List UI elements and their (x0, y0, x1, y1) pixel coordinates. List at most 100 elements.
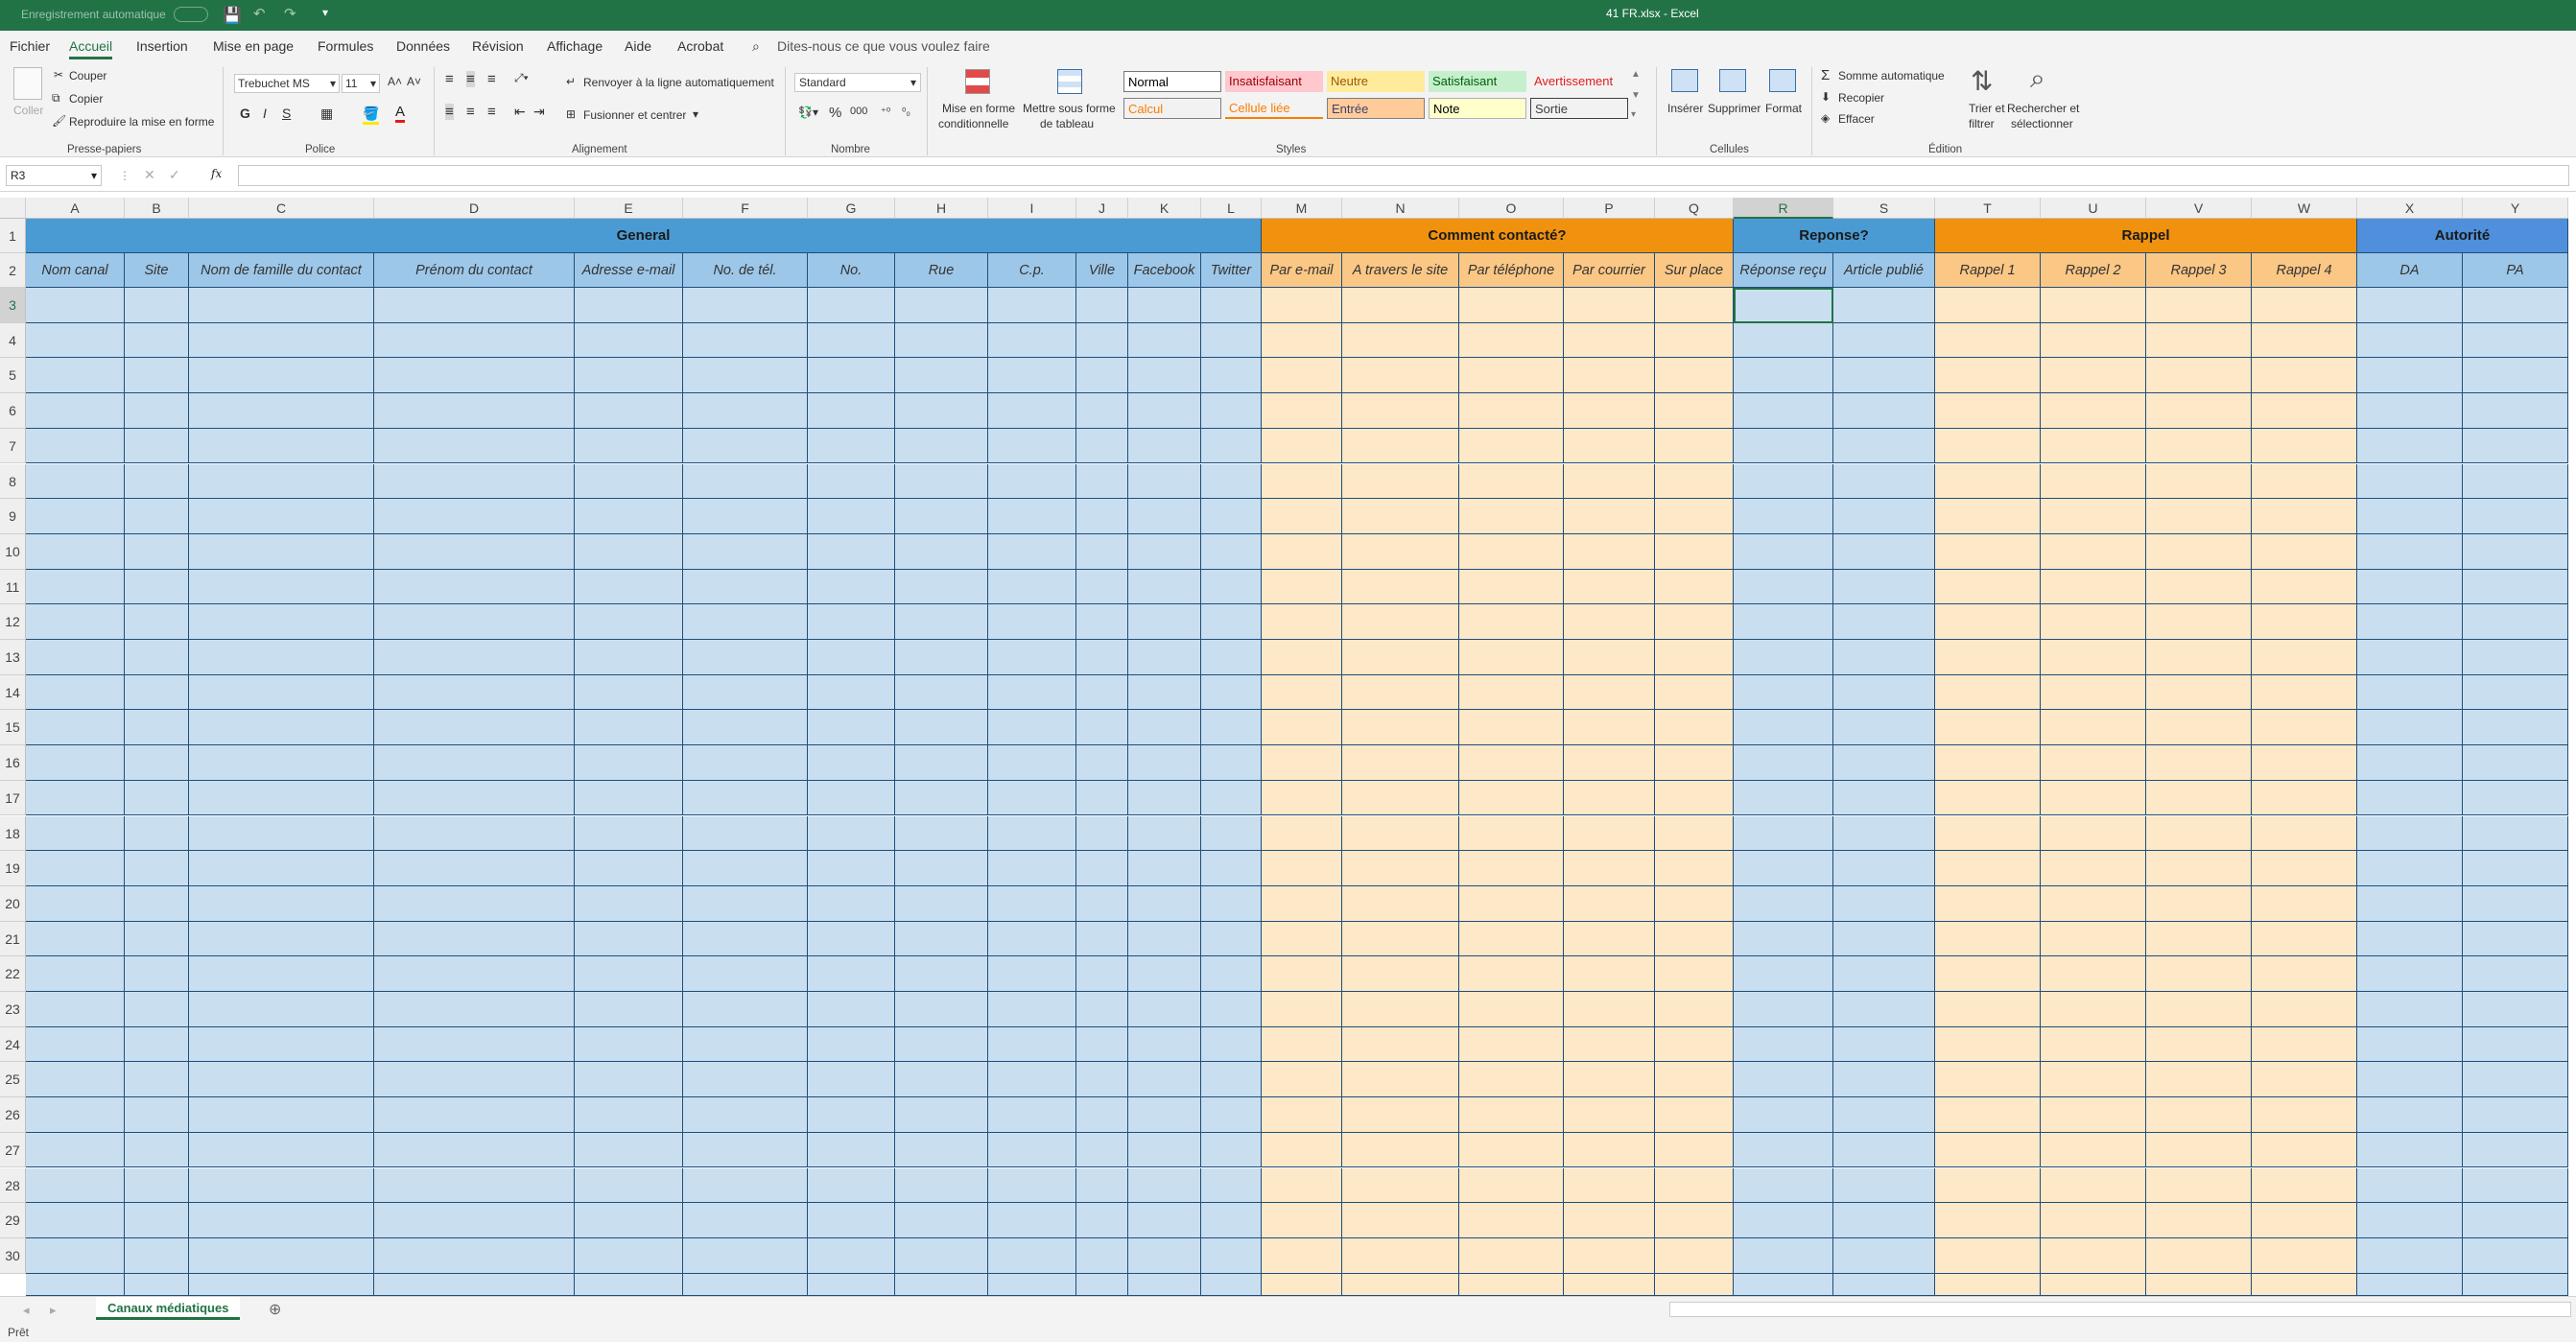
table-cell[interactable] (1935, 358, 2041, 394)
table-cell[interactable] (683, 1132, 808, 1168)
table-cell[interactable] (808, 921, 895, 957)
table-cell[interactable] (575, 533, 683, 570)
table-cell[interactable] (988, 358, 1076, 394)
tab-révision[interactable]: Révision (472, 38, 524, 54)
table-cell[interactable] (1935, 780, 2041, 816)
table-cell[interactable] (988, 322, 1076, 359)
table-cell[interactable] (988, 1097, 1076, 1133)
table-cell[interactable] (1564, 463, 1655, 500)
table-cell[interactable] (808, 428, 895, 464)
table-cell[interactable] (1655, 288, 1734, 323)
table-cell[interactable] (2041, 956, 2146, 992)
sort-filter-icon[interactable]: ⇅ (1971, 65, 1993, 97)
table-cell[interactable] (1076, 1203, 1128, 1238)
find-select-label-1[interactable]: Rechercher et (2007, 102, 2079, 115)
table-cell[interactable] (2146, 921, 2252, 957)
table-cell[interactable] (1201, 499, 1262, 534)
table-cell[interactable] (125, 393, 189, 429)
table-cell[interactable] (1128, 569, 1201, 605)
tell-me-input[interactable]: Dites-nous ce que vous voulez faire (777, 38, 990, 54)
decrease-decimal-icon[interactable]: ⁰₀ (902, 106, 910, 118)
table-cell[interactable] (808, 604, 895, 640)
table-cell[interactable] (1935, 1026, 2041, 1063)
table-cell[interactable] (1128, 1097, 1201, 1133)
table-cell[interactable] (125, 569, 189, 605)
find-select-icon[interactable]: ⌕ (2030, 63, 2045, 95)
table-cell[interactable] (1201, 674, 1262, 711)
table-cell[interactable] (1935, 463, 2041, 500)
table-cell[interactable] (895, 992, 988, 1027)
table-cell[interactable] (2252, 1273, 2357, 1296)
row-header[interactable]: 2 (0, 253, 26, 288)
table-cell[interactable] (2146, 1132, 2252, 1168)
decrease-indent-icon[interactable]: ⇤ (514, 104, 526, 120)
delete-button[interactable]: Supprimer (1708, 102, 1761, 115)
table-cell[interactable] (189, 322, 374, 359)
table-cell[interactable] (1655, 463, 1734, 500)
table-cell[interactable] (2463, 604, 2568, 640)
table-cell[interactable] (1935, 921, 2041, 957)
table-cell[interactable] (1564, 1273, 1655, 1296)
table-cell[interactable] (1128, 885, 1201, 922)
insert-function-icon[interactable]: fx (211, 167, 222, 180)
table-cell[interactable] (2041, 1097, 2146, 1133)
table-cell[interactable] (2357, 640, 2463, 675)
table-cell[interactable] (988, 569, 1076, 605)
table-cell[interactable] (2252, 815, 2357, 852)
table-cell[interactable] (2252, 674, 2357, 711)
merge-center-button[interactable]: Fusionner et centrer (583, 108, 686, 122)
table-cell[interactable] (1459, 604, 1564, 640)
table-cell[interactable] (2463, 851, 2568, 886)
table-cell[interactable] (895, 1026, 988, 1063)
table-cell[interactable] (1262, 1097, 1342, 1133)
table-cell[interactable] (2463, 428, 2568, 464)
table-cell[interactable] (1076, 322, 1128, 359)
table-cell[interactable] (1655, 815, 1734, 852)
table-cell[interactable] (1564, 1062, 1655, 1098)
table-cell[interactable] (1935, 533, 2041, 570)
table-cell[interactable] (2041, 710, 2146, 746)
table-cell[interactable] (2146, 1062, 2252, 1098)
table-cell[interactable] (1833, 1167, 1935, 1204)
table-cell[interactable] (1935, 674, 2041, 711)
table-cell[interactable] (2252, 1237, 2357, 1274)
cell-style-normal[interactable]: Normal (1123, 71, 1221, 92)
table-cell[interactable] (1076, 1237, 1128, 1274)
cell-style-note[interactable]: Note (1429, 98, 1526, 119)
align-middle-icon[interactable]: ≡ (466, 71, 475, 87)
table-cell[interactable] (2357, 569, 2463, 605)
column-header[interactable]: G (808, 198, 895, 219)
table-cell[interactable] (374, 569, 575, 605)
table-cell[interactable] (988, 710, 1076, 746)
table-cell[interactable] (2463, 885, 2568, 922)
table-cell[interactable] (1128, 358, 1201, 394)
table-cell[interactable] (1342, 956, 1459, 992)
table-cell[interactable] (1734, 533, 1833, 570)
table-cell[interactable] (988, 921, 1076, 957)
table-cell[interactable] (2146, 1203, 2252, 1238)
table-cell[interactable] (1655, 1237, 1734, 1274)
number-format-select[interactable]: Standard ▾ (794, 73, 921, 92)
table-cell[interactable] (1833, 815, 1935, 852)
table-cell[interactable] (2463, 1097, 2568, 1133)
table-cell[interactable] (575, 1132, 683, 1168)
table-cell[interactable] (1734, 851, 1833, 886)
format-as-table-label-1[interactable]: Mettre sous forme (1023, 102, 1116, 115)
table-cell[interactable] (2146, 780, 2252, 816)
table-cell[interactable] (808, 393, 895, 429)
table-cell[interactable] (374, 745, 575, 781)
table-cell[interactable] (1262, 1273, 1342, 1296)
table-cell[interactable] (2252, 1097, 2357, 1133)
table-cell[interactable] (2252, 1167, 2357, 1204)
table-cell[interactable] (1262, 463, 1342, 500)
percent-icon[interactable]: % (829, 105, 841, 121)
table-cell[interactable] (1935, 815, 2041, 852)
copy-icon[interactable]: ⧉ (52, 91, 60, 106)
row-header[interactable]: 26 (0, 1097, 26, 1133)
table-cell[interactable] (575, 815, 683, 852)
table-cell[interactable] (1833, 1132, 1935, 1168)
table-cell[interactable] (1935, 885, 2041, 922)
table-cell[interactable] (1459, 1167, 1564, 1204)
table-cell[interactable] (1262, 358, 1342, 394)
table-cell[interactable] (2252, 1132, 2357, 1168)
